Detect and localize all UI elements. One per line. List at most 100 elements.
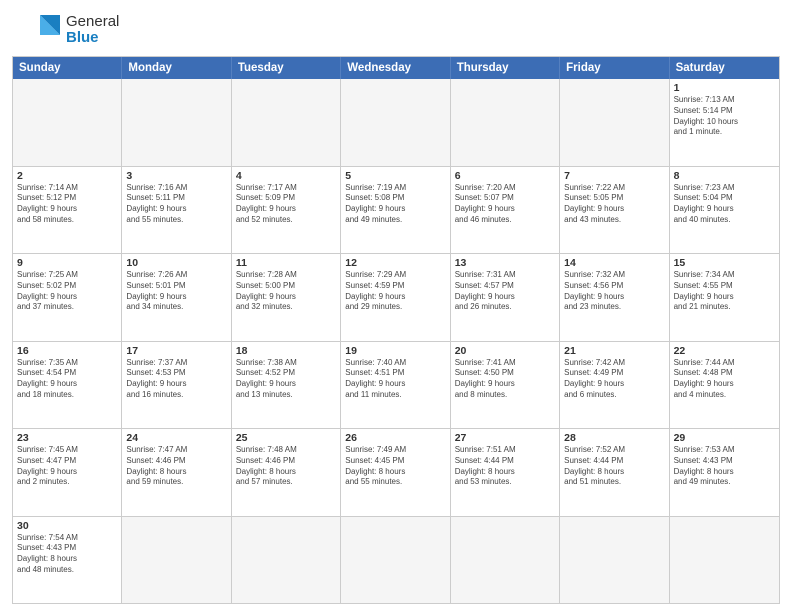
calendar-cell	[451, 517, 560, 604]
day-info: Sunrise: 7:35 AM Sunset: 4:54 PM Dayligh…	[17, 358, 117, 401]
day-number: 9	[17, 257, 117, 269]
calendar-cell	[451, 79, 560, 166]
calendar-cell: 1Sunrise: 7:13 AM Sunset: 5:14 PM Daylig…	[670, 79, 779, 166]
calendar-row-0: 1Sunrise: 7:13 AM Sunset: 5:14 PM Daylig…	[13, 79, 779, 167]
day-number: 25	[236, 432, 336, 444]
calendar-cell: 20Sunrise: 7:41 AM Sunset: 4:50 PM Dayli…	[451, 342, 560, 429]
day-header-thursday: Thursday	[451, 57, 560, 79]
day-number: 22	[674, 345, 775, 357]
day-info: Sunrise: 7:34 AM Sunset: 4:55 PM Dayligh…	[674, 270, 775, 313]
day-number: 7	[564, 170, 664, 182]
day-number: 27	[455, 432, 555, 444]
page: GeneralBlue SundayMondayTuesdayWednesday…	[0, 0, 792, 612]
day-info: Sunrise: 7:41 AM Sunset: 4:50 PM Dayligh…	[455, 358, 555, 401]
calendar-cell: 21Sunrise: 7:42 AM Sunset: 4:49 PM Dayli…	[560, 342, 669, 429]
calendar-row-5: 30Sunrise: 7:54 AM Sunset: 4:43 PM Dayli…	[13, 517, 779, 604]
calendar-cell	[560, 79, 669, 166]
calendar: SundayMondayTuesdayWednesdayThursdayFrid…	[12, 56, 780, 604]
day-number: 13	[455, 257, 555, 269]
day-number: 6	[455, 170, 555, 182]
day-number: 23	[17, 432, 117, 444]
calendar-cell: 18Sunrise: 7:38 AM Sunset: 4:52 PM Dayli…	[232, 342, 341, 429]
day-number: 26	[345, 432, 445, 444]
day-info: Sunrise: 7:49 AM Sunset: 4:45 PM Dayligh…	[345, 445, 445, 488]
calendar-cell	[122, 79, 231, 166]
day-number: 24	[126, 432, 226, 444]
calendar-cell	[232, 517, 341, 604]
day-number: 15	[674, 257, 775, 269]
day-info: Sunrise: 7:42 AM Sunset: 4:49 PM Dayligh…	[564, 358, 664, 401]
day-header-wednesday: Wednesday	[341, 57, 450, 79]
day-number: 8	[674, 170, 775, 182]
day-number: 3	[126, 170, 226, 182]
calendar-cell: 28Sunrise: 7:52 AM Sunset: 4:44 PM Dayli…	[560, 429, 669, 516]
day-number: 16	[17, 345, 117, 357]
calendar-cell	[13, 79, 122, 166]
day-number: 29	[674, 432, 775, 444]
day-number: 21	[564, 345, 664, 357]
calendar-cell: 3Sunrise: 7:16 AM Sunset: 5:11 PM Daylig…	[122, 167, 231, 254]
calendar-cell	[232, 79, 341, 166]
calendar-cell: 4Sunrise: 7:17 AM Sunset: 5:09 PM Daylig…	[232, 167, 341, 254]
calendar-cell	[341, 79, 450, 166]
day-number: 1	[674, 82, 775, 94]
day-info: Sunrise: 7:32 AM Sunset: 4:56 PM Dayligh…	[564, 270, 664, 313]
day-info: Sunrise: 7:37 AM Sunset: 4:53 PM Dayligh…	[126, 358, 226, 401]
logo-text-general: General	[66, 14, 119, 31]
calendar-cell: 29Sunrise: 7:53 AM Sunset: 4:43 PM Dayli…	[670, 429, 779, 516]
day-info: Sunrise: 7:20 AM Sunset: 5:07 PM Dayligh…	[455, 183, 555, 226]
day-info: Sunrise: 7:25 AM Sunset: 5:02 PM Dayligh…	[17, 270, 117, 313]
day-number: 4	[236, 170, 336, 182]
day-info: Sunrise: 7:52 AM Sunset: 4:44 PM Dayligh…	[564, 445, 664, 488]
day-number: 10	[126, 257, 226, 269]
day-info: Sunrise: 7:45 AM Sunset: 4:47 PM Dayligh…	[17, 445, 117, 488]
calendar-cell: 12Sunrise: 7:29 AM Sunset: 4:59 PM Dayli…	[341, 254, 450, 341]
day-info: Sunrise: 7:23 AM Sunset: 5:04 PM Dayligh…	[674, 183, 775, 226]
calendar-cell: 11Sunrise: 7:28 AM Sunset: 5:00 PM Dayli…	[232, 254, 341, 341]
day-info: Sunrise: 7:51 AM Sunset: 4:44 PM Dayligh…	[455, 445, 555, 488]
calendar-cell: 26Sunrise: 7:49 AM Sunset: 4:45 PM Dayli…	[341, 429, 450, 516]
calendar-row-3: 16Sunrise: 7:35 AM Sunset: 4:54 PM Dayli…	[13, 342, 779, 430]
calendar-cell: 7Sunrise: 7:22 AM Sunset: 5:05 PM Daylig…	[560, 167, 669, 254]
calendar-cell: 23Sunrise: 7:45 AM Sunset: 4:47 PM Dayli…	[13, 429, 122, 516]
calendar-cell: 19Sunrise: 7:40 AM Sunset: 4:51 PM Dayli…	[341, 342, 450, 429]
calendar-cell: 13Sunrise: 7:31 AM Sunset: 4:57 PM Dayli…	[451, 254, 560, 341]
day-info: Sunrise: 7:40 AM Sunset: 4:51 PM Dayligh…	[345, 358, 445, 401]
day-info: Sunrise: 7:29 AM Sunset: 4:59 PM Dayligh…	[345, 270, 445, 313]
day-number: 17	[126, 345, 226, 357]
day-headers: SundayMondayTuesdayWednesdayThursdayFrid…	[13, 57, 779, 79]
calendar-cell: 25Sunrise: 7:48 AM Sunset: 4:46 PM Dayli…	[232, 429, 341, 516]
day-number: 28	[564, 432, 664, 444]
day-info: Sunrise: 7:53 AM Sunset: 4:43 PM Dayligh…	[674, 445, 775, 488]
day-number: 19	[345, 345, 445, 357]
day-number: 18	[236, 345, 336, 357]
day-info: Sunrise: 7:48 AM Sunset: 4:46 PM Dayligh…	[236, 445, 336, 488]
day-info: Sunrise: 7:13 AM Sunset: 5:14 PM Dayligh…	[674, 95, 775, 138]
calendar-cell: 27Sunrise: 7:51 AM Sunset: 4:44 PM Dayli…	[451, 429, 560, 516]
calendar-row-2: 9Sunrise: 7:25 AM Sunset: 5:02 PM Daylig…	[13, 254, 779, 342]
calendar-cell: 9Sunrise: 7:25 AM Sunset: 5:02 PM Daylig…	[13, 254, 122, 341]
day-info: Sunrise: 7:28 AM Sunset: 5:00 PM Dayligh…	[236, 270, 336, 313]
calendar-cell: 24Sunrise: 7:47 AM Sunset: 4:46 PM Dayli…	[122, 429, 231, 516]
calendar-cell: 10Sunrise: 7:26 AM Sunset: 5:01 PM Dayli…	[122, 254, 231, 341]
day-info: Sunrise: 7:38 AM Sunset: 4:52 PM Dayligh…	[236, 358, 336, 401]
calendar-cell	[560, 517, 669, 604]
logo-text-blue: Blue	[66, 30, 119, 47]
day-info: Sunrise: 7:16 AM Sunset: 5:11 PM Dayligh…	[126, 183, 226, 226]
calendar-cell	[341, 517, 450, 604]
calendar-cell: 30Sunrise: 7:54 AM Sunset: 4:43 PM Dayli…	[13, 517, 122, 604]
calendar-body: 1Sunrise: 7:13 AM Sunset: 5:14 PM Daylig…	[13, 79, 779, 603]
day-info: Sunrise: 7:19 AM Sunset: 5:08 PM Dayligh…	[345, 183, 445, 226]
day-info: Sunrise: 7:31 AM Sunset: 4:57 PM Dayligh…	[455, 270, 555, 313]
calendar-cell	[122, 517, 231, 604]
calendar-cell: 16Sunrise: 7:35 AM Sunset: 4:54 PM Dayli…	[13, 342, 122, 429]
day-info: Sunrise: 7:17 AM Sunset: 5:09 PM Dayligh…	[236, 183, 336, 226]
calendar-row-4: 23Sunrise: 7:45 AM Sunset: 4:47 PM Dayli…	[13, 429, 779, 517]
calendar-cell: 22Sunrise: 7:44 AM Sunset: 4:48 PM Dayli…	[670, 342, 779, 429]
day-header-friday: Friday	[560, 57, 669, 79]
day-header-sunday: Sunday	[13, 57, 122, 79]
day-info: Sunrise: 7:47 AM Sunset: 4:46 PM Dayligh…	[126, 445, 226, 488]
calendar-cell: 8Sunrise: 7:23 AM Sunset: 5:04 PM Daylig…	[670, 167, 779, 254]
day-number: 12	[345, 257, 445, 269]
generalblue-logo-icon	[12, 10, 62, 50]
